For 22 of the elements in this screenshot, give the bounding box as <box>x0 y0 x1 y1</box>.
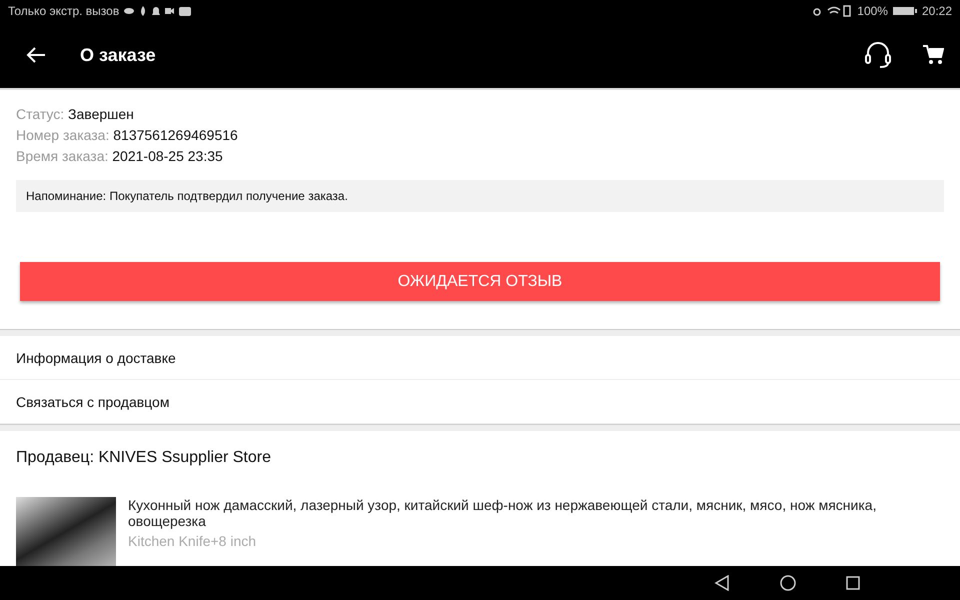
order-field: Статус: Завершен <box>16 104 944 125</box>
order-field: Время заказа: 2021-08-25 23:35 <box>16 146 944 167</box>
product-variant: Kitchen Knife+8 inch <box>128 533 258 549</box>
product-title: Кухонный нож дамасский, лазерный узор, китайский шеф-нож из нержавеющей стали, мясник, мясо, нож мясника, овощерезка <box>128 497 878 529</box>
camera-icon <box>165 8 174 14</box>
cloud-icon <box>124 8 134 14</box>
page-title: О заказе <box>80 44 157 66</box>
battery-icon <box>892 6 917 16</box>
bell-icon <box>152 6 160 16</box>
reminder-banner: Напоминание: Покупатель подтвердил получение заказа. <box>16 180 944 212</box>
seller-name: Продавец: KNIVES Ssupplier Store <box>15 448 272 468</box>
cart-icon[interactable] <box>922 44 944 66</box>
headset-icon[interactable] <box>864 42 892 68</box>
back-arrow-icon[interactable] <box>26 46 46 64</box>
clock-text: 20:22 <box>922 4 952 18</box>
back-nav-icon[interactable] <box>714 575 730 591</box>
battery-percent: 100% <box>857 4 888 18</box>
order-field: Номер заказа: 8137561269469516 <box>16 125 944 146</box>
home-nav-icon[interactable] <box>780 575 796 591</box>
status-icons <box>812 5 852 17</box>
carrier-text: Только экстр. вызов <box>8 4 120 18</box>
recents-nav-icon[interactable] <box>846 576 860 590</box>
